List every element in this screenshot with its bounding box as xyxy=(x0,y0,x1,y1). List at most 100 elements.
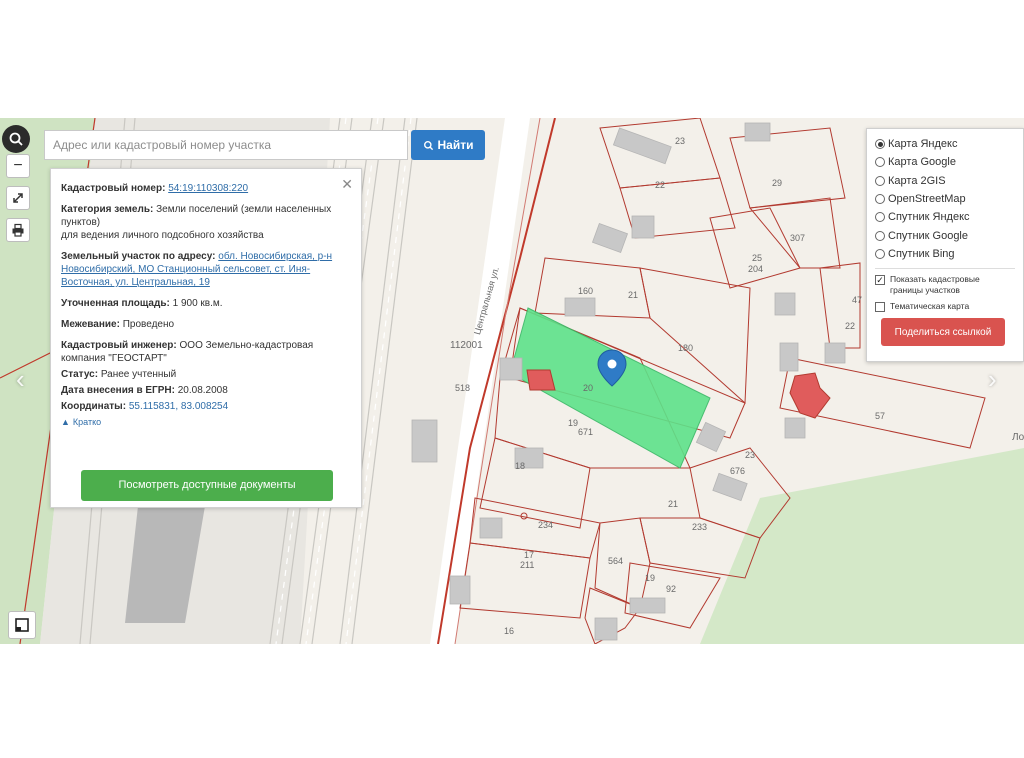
area-value: 1 900 кв.м. xyxy=(172,298,223,309)
coordinates-label: Координаты: xyxy=(61,401,127,412)
parcel-label: 23 xyxy=(675,136,686,146)
parcel-label: 307 xyxy=(790,233,806,243)
parcel-label: 564 xyxy=(608,556,624,566)
share-link-button[interactable]: Поделиться ссылкой xyxy=(881,318,1005,347)
basemap-label: Карта Яндекс xyxy=(888,138,958,151)
parcel-label: 21 xyxy=(628,290,639,300)
parcel-label: 92 xyxy=(666,584,677,594)
parcel-label: 57 xyxy=(875,411,886,421)
basemap-label: Карта 2GIS xyxy=(888,174,946,187)
address-label: Земельный участок по адресу: xyxy=(61,251,216,262)
status-value: Ранее учтенный xyxy=(100,369,177,380)
parcel-label: 22 xyxy=(655,180,666,190)
cadastral-number-label: Кадастровый номер: xyxy=(61,183,166,194)
area-label: Уточненная площадь: xyxy=(61,298,170,309)
parcel-label: 18 xyxy=(515,461,526,471)
egrn-date-row: Дата внесения в ЕГРН: 20.08.2008 xyxy=(61,384,351,397)
category-label: Категория земель: xyxy=(61,204,154,215)
close-icon[interactable]: ✕ xyxy=(341,177,353,191)
category-purpose: для ведения личного подсобного хозяйства xyxy=(61,230,264,241)
parcel-label: 47 xyxy=(852,295,863,305)
coordinates-row: Координаты: 55.115831, 83.008254 xyxy=(61,400,351,413)
brief-link-label: Кратко xyxy=(72,417,102,427)
search-icon xyxy=(423,140,433,150)
parcel-label: 29 xyxy=(772,178,783,188)
parcel-label: 234 xyxy=(538,520,554,530)
pan-right-icon[interactable]: › xyxy=(988,364,997,395)
map-label-edge: Ло xyxy=(1012,432,1024,443)
basemap-option-bing-satellite[interactable]: Спутник Bing xyxy=(875,245,1015,263)
thematic-map-label: Тематическая карта xyxy=(890,301,970,312)
basemap-label: Карта Google xyxy=(888,156,956,169)
search-toggle-button[interactable] xyxy=(2,125,30,153)
basemap-label: Спутник Яндекс xyxy=(888,211,970,224)
parcel-label: 17 xyxy=(524,550,535,560)
divider xyxy=(875,268,1015,270)
find-button-label: Найти xyxy=(437,138,474,152)
parcel-label: 676 xyxy=(730,466,746,476)
map-layers-panel: Карта Яндекс Карта Google Карта 2GIS Ope… xyxy=(866,128,1024,362)
parcel-label: 25 xyxy=(752,253,763,263)
parcel-label: 233 xyxy=(692,522,708,532)
basemap-option-2gis-map[interactable]: Карта 2GIS xyxy=(875,172,1015,190)
parcel-label: 518 xyxy=(455,383,471,393)
basemap-option-google-satellite[interactable]: Спутник Google xyxy=(875,226,1015,244)
radio-icon xyxy=(875,175,885,186)
parcel-label: 20 xyxy=(583,383,594,393)
parcel-label: 22 xyxy=(845,321,856,331)
survey-row: Межевание: Проведено xyxy=(61,318,351,331)
parcel-label: 211 xyxy=(520,560,535,570)
address-row: Земельный участок по адресу: обл. Новоси… xyxy=(61,250,351,289)
search-field-wrapper xyxy=(44,130,408,160)
cadastral-number-link[interactable]: 54:19:110308:220 xyxy=(168,183,248,194)
pan-left-icon[interactable]: ‹ xyxy=(16,364,25,395)
fullscreen-button[interactable] xyxy=(6,186,30,210)
status-label: Статус: xyxy=(61,369,99,380)
find-button[interactable]: Найти xyxy=(411,130,485,160)
basemap-option-openstreetmap[interactable]: OpenStreetMap xyxy=(875,190,1015,208)
basemap-option-google-map[interactable]: Карта Google xyxy=(875,153,1015,171)
coordinates-link[interactable]: 55.115831, 83.008254 xyxy=(129,401,228,412)
zoom-out-button[interactable]: − xyxy=(6,154,30,178)
magnifier-icon xyxy=(9,132,23,146)
engineer-label: Кадастровый инженер: xyxy=(61,340,177,351)
checkmark-icon: ✓ xyxy=(875,274,885,286)
search-input[interactable] xyxy=(45,131,407,159)
cadastral-map-app: 23 22 29 307 25 204 160 21 180 20 57 19 … xyxy=(0,0,1024,758)
parcel-label: 16 xyxy=(504,626,515,636)
layers-toggle-button[interactable] xyxy=(8,611,36,639)
parcel-label: 21 xyxy=(668,499,679,509)
show-cadastral-checkbox[interactable]: ✓ Показать кадастровые границы участков xyxy=(875,274,1015,296)
parcel-label: 204 xyxy=(748,264,764,274)
basemap-option-yandex-satellite[interactable]: Спутник Яндекс xyxy=(875,208,1015,226)
parcel-label: 19 xyxy=(645,573,656,583)
expand-arrows-icon xyxy=(13,193,23,203)
basemap-label: Спутник Google xyxy=(888,229,968,242)
egrn-date-value: 20.08.2008 xyxy=(177,385,228,396)
printer-icon xyxy=(12,223,24,237)
area-row: Уточненная площадь: 1 900 кв.м. xyxy=(61,297,351,310)
checkbox-icon xyxy=(875,302,885,313)
parcel-label: 160 xyxy=(578,286,594,296)
basemap-label: Спутник Bing xyxy=(888,247,955,260)
parcel-label: 671 xyxy=(578,427,594,437)
basemap-label: OpenStreetMap xyxy=(888,193,966,206)
caret-up-icon: ▲ xyxy=(61,417,70,427)
thematic-map-checkbox[interactable]: Тематическая карта xyxy=(875,301,1015,313)
radio-icon xyxy=(875,248,885,259)
brief-toggle-link[interactable]: ▲ Кратко xyxy=(61,416,351,429)
category-row: Категория земель: Земли поселений (земли… xyxy=(61,203,351,242)
radio-icon xyxy=(875,139,885,150)
radio-icon xyxy=(875,157,885,168)
survey-value: Проведено xyxy=(122,319,175,330)
status-row: Статус: Ранее учтенный xyxy=(61,368,351,381)
radio-icon xyxy=(875,230,885,241)
show-cadastral-label: Показать кадастровые границы участков xyxy=(890,274,980,296)
engineer-row: Кадастровый инженер: ООО Земельно-кадаст… xyxy=(61,339,351,365)
parcel-label: 19 xyxy=(568,418,579,428)
print-button[interactable] xyxy=(6,218,30,242)
view-documents-button[interactable]: Посмотреть доступные документы xyxy=(81,470,333,501)
basemap-option-yandex-map[interactable]: Карта Яндекс xyxy=(875,135,1015,153)
parcel-label: 23 xyxy=(745,450,756,460)
egrn-date-label: Дата внесения в ЕГРН: xyxy=(61,385,175,396)
